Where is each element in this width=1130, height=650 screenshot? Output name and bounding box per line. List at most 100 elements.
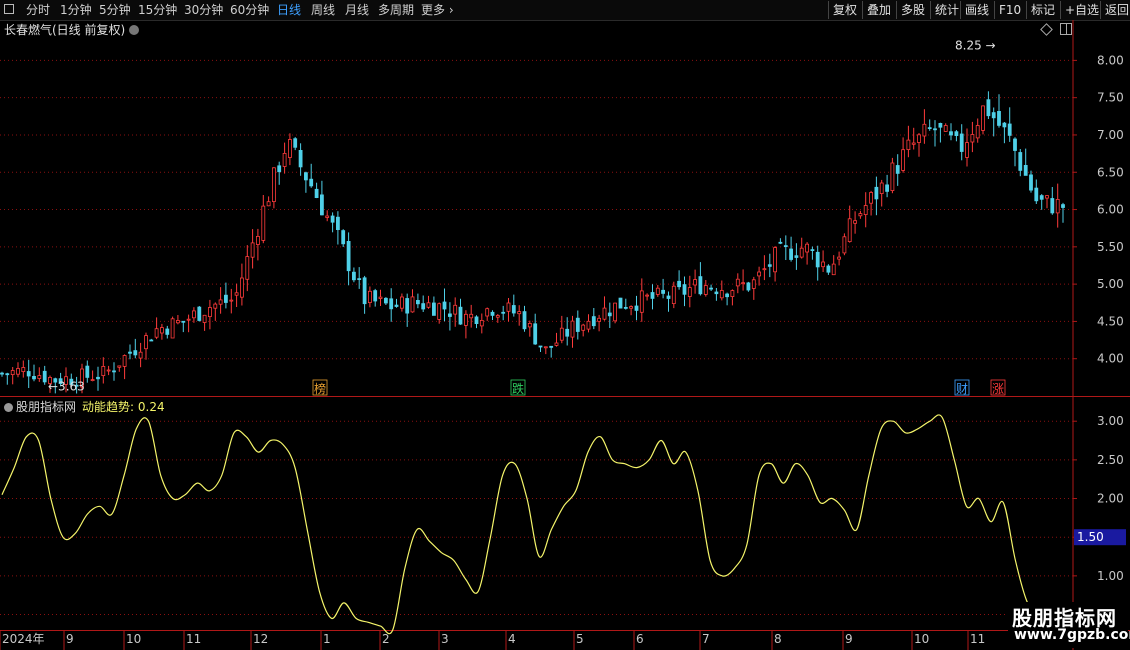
candle-body: [421, 303, 426, 310]
candle-body: [847, 218, 852, 243]
candle-body: [810, 249, 815, 252]
candle-body: [869, 192, 873, 204]
candle-body: [821, 261, 825, 268]
candle-body: [794, 255, 799, 258]
indicator-title: 股朋指标网 动能趋势: 0.24: [4, 398, 165, 415]
price-tick-label-7: 4.50: [1097, 314, 1124, 328]
candle-body: [138, 351, 143, 359]
date-tick-label-12: 8: [774, 632, 782, 646]
candle-body: [698, 276, 703, 295]
candle-body: [197, 306, 202, 321]
price-tick-label-0: 8.00: [1097, 53, 1124, 67]
candle-body: [437, 303, 442, 320]
price-tick-label-1: 7.50: [1097, 91, 1124, 105]
candle-body: [213, 303, 218, 309]
indicator-tick-label-4: 1.00: [1097, 569, 1124, 583]
candle-body: [218, 299, 223, 305]
candle-body: [112, 370, 116, 373]
candle-body: [362, 277, 367, 305]
candle-body: [319, 194, 324, 216]
price-tick-label-8: 4.00: [1097, 352, 1124, 366]
candle-body: [538, 345, 543, 348]
candle-body: [661, 289, 665, 294]
candle-body: [335, 216, 340, 230]
indicator-tick-label-2: 2.00: [1097, 492, 1124, 506]
date-tick-label-5: 1: [323, 632, 331, 646]
watermark: 股朋指标网 www.7gpzb.com: [1008, 602, 1130, 648]
candle-body: [32, 375, 36, 380]
candle-body: [474, 316, 479, 324]
event-marker-1: 跌: [512, 381, 524, 396]
candle-body: [90, 379, 95, 382]
candle-body: [527, 322, 532, 328]
candle-body: [165, 328, 170, 335]
candle-body: [741, 282, 745, 285]
date-tick-label-4: 12: [253, 632, 268, 646]
candle-body: [634, 305, 639, 311]
candle-body: [506, 302, 511, 312]
candle-body: [719, 290, 724, 299]
candle-body: [773, 247, 777, 273]
candle-body: [341, 230, 346, 245]
candle-body: [426, 302, 431, 308]
candle-body: [746, 282, 751, 291]
candle-body: [682, 284, 687, 295]
candle-body: [879, 182, 884, 195]
candle-body: [1013, 138, 1017, 151]
candle-body: [309, 178, 314, 187]
candle-body: [1039, 195, 1044, 200]
date-tick-label-1: 9: [66, 632, 74, 646]
candle-body: [570, 320, 575, 338]
candle-body: [101, 365, 106, 376]
candle-body: [559, 327, 564, 341]
candle-body: [826, 265, 831, 273]
candle-body: [490, 311, 495, 316]
kline-chart-area[interactable]: 8.00 7.50 7.00 6.50 6.00 5.50 5.00 4.50 4.00 3.00…: [0, 0, 1130, 650]
indicator-line-name: 动能趋势:: [82, 400, 135, 414]
date-tick-label-15: 11: [970, 632, 985, 646]
candle-body: [383, 297, 388, 304]
candle-body: [271, 167, 276, 203]
indicator-settings-icon[interactable]: [4, 403, 13, 412]
high-price-annotation: 8.25 →: [955, 39, 996, 53]
candle-body: [549, 345, 554, 348]
low-price-annotation: ←3.63: [48, 379, 85, 393]
date-tick-label-13: 9: [845, 632, 853, 646]
candle-body: [853, 220, 857, 224]
candle-body: [709, 287, 713, 290]
candle-body: [42, 370, 47, 383]
candle-body: [954, 131, 959, 136]
candle-body: [986, 99, 991, 117]
candle-body: [469, 313, 474, 319]
candle-body: [159, 327, 164, 334]
candle-body: [255, 235, 260, 245]
candle-body: [874, 186, 879, 200]
date-tick-label-8: 4: [508, 632, 516, 646]
candle-body: [1034, 187, 1039, 202]
candle-body: [906, 139, 911, 151]
candle-body: [858, 213, 863, 217]
candle-body: [21, 367, 26, 372]
candle-body: [1055, 198, 1060, 214]
candle-body: [202, 314, 207, 323]
candle-body: [725, 293, 729, 298]
candle-body: [762, 268, 767, 271]
watermark-url: www.7gpzb.com: [1014, 627, 1130, 643]
candle-body: [239, 277, 244, 298]
candle-body: [207, 307, 212, 318]
candle-body: [965, 142, 969, 158]
candle-body: [655, 287, 660, 295]
candle-body: [543, 346, 548, 349]
candle-body: [938, 123, 943, 128]
candle-body: [597, 317, 601, 322]
candle-body: [975, 125, 980, 139]
candle-body: [767, 264, 772, 267]
candle-body: [885, 184, 889, 192]
candle-body: [1023, 164, 1028, 176]
date-tick-label-7: 3: [441, 632, 449, 646]
candle-body: [10, 370, 15, 375]
candle-body: [511, 305, 516, 314]
date-tick-label-11: 7: [702, 632, 710, 646]
candle-body: [191, 310, 196, 319]
candle-body: [367, 290, 372, 303]
